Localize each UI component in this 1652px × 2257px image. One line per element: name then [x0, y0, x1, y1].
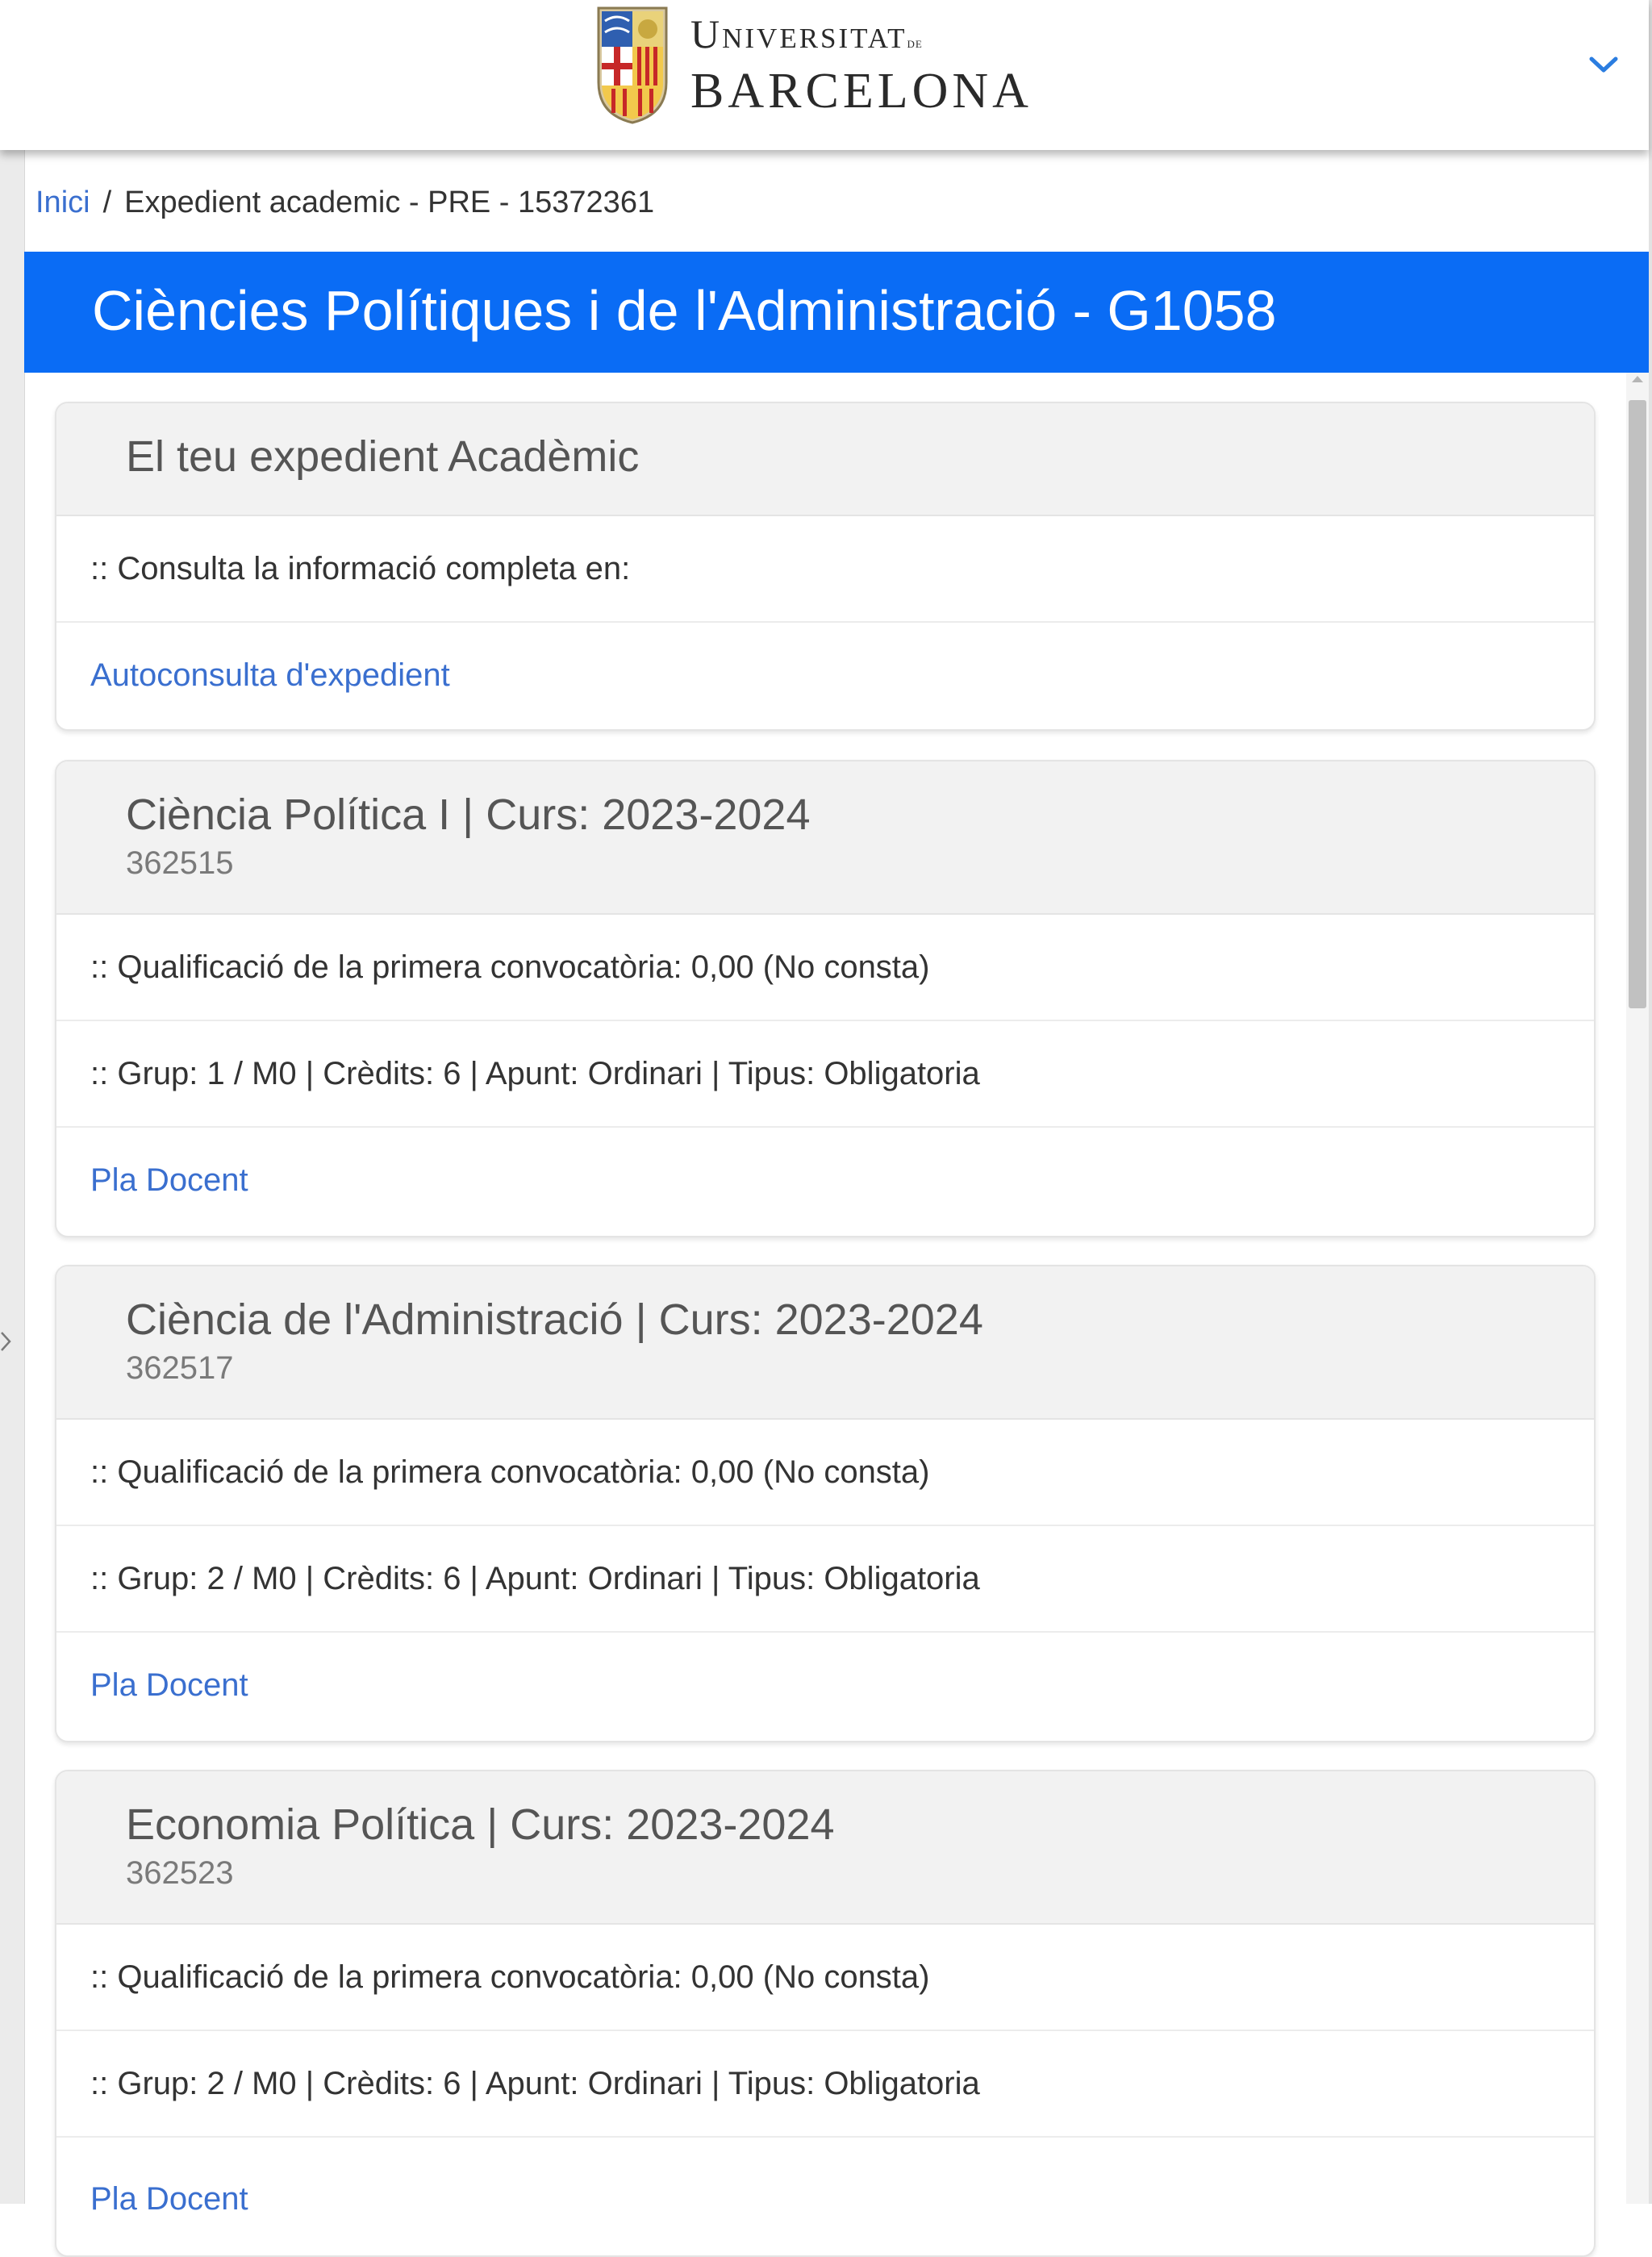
- page-title-banner: Ciències Polítiques i de l'Administració…: [24, 252, 1649, 373]
- expedient-card: El teu expedient Acadèmic :: Consulta la…: [55, 402, 1596, 731]
- subject-grade-row: :: Qualificació de la primera convocatòr…: [56, 1420, 1594, 1525]
- subject-code: 362515: [126, 845, 234, 881]
- pla-docent-link[interactable]: Pla Docent: [90, 1162, 248, 1199]
- left-panel-edge: [0, 150, 25, 2204]
- subject-details-row: :: Grup: 2 / M0 | Crèdits: 6 | Apunt: Or…: [56, 1525, 1594, 1631]
- subject-link-row: Pla Docent: [56, 2136, 1594, 2241]
- subject-link-row: Pla Docent: [56, 1631, 1594, 1738]
- subject-title: Economia Política | Curs: 2023-2024: [126, 1800, 835, 1849]
- expedient-card-title: El teu expedient Acadèmic: [126, 432, 640, 481]
- scroll-up-icon[interactable]: [1632, 376, 1643, 382]
- subject-details-row: :: Grup: 2 / M0 | Crèdits: 6 | Apunt: Or…: [56, 2030, 1594, 2136]
- subject-details-text: :: Grup: 2 / M0 | Crèdits: 6 | Apunt: Or…: [90, 1560, 980, 1596]
- chevron-right-icon[interactable]: [0, 1329, 13, 1354]
- university-logo[interactable]: Universitatde BARCELONA: [595, 0, 1032, 129]
- breadcrumb: Inici / Expedient academic - PRE - 1537236…: [35, 182, 654, 223]
- scrollbar-thumb[interactable]: [1629, 400, 1646, 1008]
- subject-title: Ciència de l'Administració | Curs: 2023-…: [126, 1295, 983, 1344]
- expedient-info-row: :: Consulta la informació completa en:: [56, 516, 1594, 621]
- menu-toggle-button[interactable]: [1575, 40, 1633, 89]
- expedient-card-header: El teu expedient Acadèmic: [56, 403, 1594, 516]
- subject-link-row: Pla Docent: [56, 1126, 1594, 1233]
- subject-code: 362523: [126, 1855, 234, 1891]
- subject-card-header: Ciència de l'Administració | Curs: 2023-…: [56, 1266, 1594, 1420]
- breadcrumb-separator: /: [102, 186, 112, 219]
- autoconsulta-link[interactable]: Autoconsulta d'expedient: [90, 657, 450, 694]
- pla-docent-link[interactable]: Pla Docent: [90, 2181, 248, 2217]
- shield-icon: [597, 6, 668, 124]
- breadcrumb-current: Expedient academic - PRE - 15372361: [124, 186, 655, 219]
- subject-grade-row: :: Qualificació de la primera convocatòr…: [56, 1925, 1594, 2030]
- subject-grade-text: :: Qualificació de la primera convocatòr…: [90, 1454, 930, 1490]
- subject-details-row: :: Grup: 1 / M0 | Crèdits: 6 | Apunt: Or…: [56, 1020, 1594, 1126]
- breadcrumb-home-link[interactable]: Inici: [35, 186, 90, 219]
- subject-card-header: Ciència Política I | Curs: 2023-2024 362…: [56, 761, 1594, 915]
- logo-text: Universitatde BARCELONA: [690, 12, 1032, 118]
- subject-details-text: :: Grup: 1 / M0 | Crèdits: 6 | Apunt: Or…: [90, 1055, 980, 1091]
- expedient-info-text: :: Consulta la informació completa en:: [90, 550, 631, 586]
- subject-grade-row: :: Qualificació de la primera convocatòr…: [56, 915, 1594, 1020]
- expedient-link-row: Autoconsulta d'expedient: [56, 621, 1594, 728]
- subject-grade-text: :: Qualificació de la primera convocatòr…: [90, 949, 930, 985]
- subject-title: Ciència Política I | Curs: 2023-2024: [126, 791, 811, 839]
- logo-line1: Universitatde: [690, 10, 923, 56]
- subject-card: Ciència Política I | Curs: 2023-2024 362…: [55, 760, 1596, 1237]
- page-title: Ciències Polítiques i de l'Administració…: [92, 279, 1277, 342]
- window-edge: [1649, 0, 1652, 2204]
- subject-card: Ciència de l'Administració | Curs: 2023-…: [55, 1265, 1596, 1742]
- pla-docent-link[interactable]: Pla Docent: [90, 1667, 248, 1704]
- subject-card: Economia Política | Curs: 2023-2024 3625…: [55, 1770, 1596, 2257]
- subject-code: 362517: [126, 1350, 234, 1386]
- subject-card-header: Economia Política | Curs: 2023-2024 3625…: [56, 1771, 1594, 1925]
- subject-grade-text: :: Qualificació de la primera convocatòr…: [90, 1959, 930, 1995]
- top-header: Universitatde BARCELONA: [0, 0, 1649, 150]
- subject-details-text: :: Grup: 2 / M0 | Crèdits: 6 | Apunt: Or…: [90, 2065, 980, 2101]
- chevron-down-icon: [1589, 56, 1618, 73]
- logo-de: de: [907, 34, 923, 51]
- logo-line2: BARCELONA: [690, 63, 1032, 119]
